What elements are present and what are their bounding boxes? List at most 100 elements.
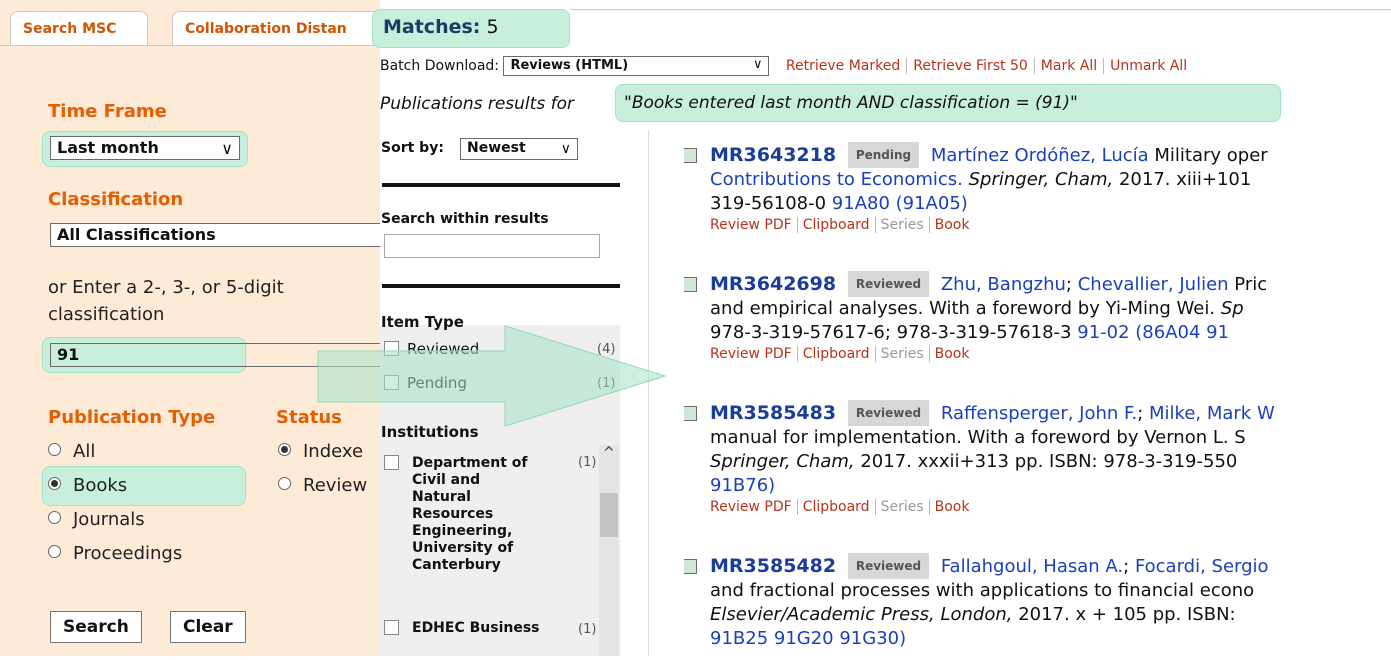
time-frame-select[interactable]: Last month ∨ — [50, 136, 240, 160]
mr-number-link[interactable]: MR3643218 — [710, 144, 836, 166]
author-link[interactable]: Chevallier, Julien — [1078, 274, 1229, 295]
search-button[interactable]: Search — [50, 611, 142, 643]
author-link[interactable]: Fallahgoul, Hasan A. — [941, 556, 1123, 577]
filter-rule — [382, 284, 620, 288]
pub-type-journals-label: Journals — [73, 509, 145, 530]
author-link[interactable]: Focardi, Sergio — [1135, 556, 1269, 577]
title-text: Military oper — [1148, 145, 1268, 166]
checkbox-icon — [384, 375, 399, 390]
classification-link[interactable]: 91B25 91G20 91G30) — [710, 628, 906, 649]
result-checkbox[interactable] — [684, 148, 697, 163]
book-link[interactable]: Book — [930, 217, 975, 233]
item-type-pending[interactable]: Pending — [384, 374, 467, 392]
mr-number-link[interactable]: MR3585482 — [710, 555, 836, 577]
pub-type-books[interactable]: Books — [48, 475, 127, 496]
search-within-input[interactable] — [384, 234, 600, 258]
result-line: 319-56108-0 91A80 (91A05) — [684, 192, 1391, 216]
status-badge: Reviewed — [847, 553, 930, 579]
series-link[interactable]: Series — [875, 499, 930, 515]
scrollbar-thumb[interactable] — [600, 493, 618, 537]
result-actions: Review PDF Clipboard Series Book — [684, 498, 1391, 516]
item-type-reviewed-count: (4) — [597, 342, 616, 357]
batch-download-select[interactable]: Reviews (HTML) ∨ — [503, 56, 770, 76]
or-enter-label-1: or Enter a 2-, 3-, or 5-digit — [48, 277, 284, 298]
isbn-text: 2017. xxxii+313 pp. ISBN: 978-3-319-550 — [854, 451, 1238, 472]
review-pdf-link[interactable]: Review PDF — [710, 346, 798, 362]
chevron-up-icon[interactable]: ^ — [603, 445, 615, 461]
mr-number-link[interactable]: MR3585483 — [710, 402, 836, 424]
mark-all-link[interactable]: Mark All — [1034, 58, 1105, 74]
classification-code-value: 91 — [57, 345, 80, 364]
status-reviewed[interactable]: Review — [278, 475, 367, 496]
retrieve-marked-link[interactable]: Retrieve Marked — [779, 58, 908, 74]
search-within-label: Search within results — [381, 211, 549, 227]
author-link[interactable]: Martínez Ordóñez, Lucía — [931, 145, 1149, 166]
unmark-all-link[interactable]: Unmark All — [1104, 58, 1193, 74]
institution-label: EDHEC Business — [412, 620, 540, 636]
batch-download-row: Batch Download: Reviews (HTML) ∨ Retriev… — [380, 56, 1193, 76]
clear-button[interactable]: Clear — [170, 611, 246, 643]
query-string: "Books entered last month AND classifica… — [615, 84, 1281, 122]
item-type-pending-count: (1) — [597, 376, 616, 391]
result-checkbox[interactable] — [684, 559, 697, 574]
status-badge: Reviewed — [847, 400, 930, 426]
series-link[interactable]: Contributions to Economics. — [710, 169, 963, 190]
matches-label: Matches: — [383, 16, 481, 38]
msc-search-panel: Time Frame Last month ∨ Classification A… — [0, 0, 380, 656]
classification-code-input[interactable]: 91 — [50, 343, 380, 367]
checkbox-icon — [384, 455, 399, 470]
batch-download-label: Batch Download: — [380, 58, 499, 74]
radio-selected-icon — [48, 477, 61, 490]
institution-label: Department of Civil and Natural Resource… — [412, 455, 528, 573]
author-link[interactable]: Milke, Mark W — [1149, 403, 1275, 424]
classification-select[interactable]: All Classifications — [50, 223, 380, 247]
radio-icon — [48, 443, 61, 456]
status-badge: Reviewed — [847, 271, 930, 297]
result-line: 978-3-319-57617-6; 978-3-319-57618-3 91-… — [684, 321, 1391, 345]
institution-count: (1) — [578, 455, 597, 470]
retrieve-first-50-link[interactable]: Retrieve First 50 — [907, 58, 1035, 74]
tab-collaboration-distance[interactable]: Collaboration Distan — [172, 11, 384, 45]
isbn-text: 319-56108-0 — [710, 193, 827, 214]
series-link[interactable]: Series — [875, 346, 930, 362]
classification-link[interactable]: 91A80 (91A05) — [826, 193, 968, 214]
author-link[interactable]: Raffensperger, John F. — [941, 403, 1137, 424]
result-item: MR3585483 Reviewed Raffensperger, John F… — [684, 400, 1391, 516]
review-pdf-link[interactable]: Review PDF — [710, 217, 798, 233]
pub-type-books-label: Books — [73, 475, 128, 496]
institution-item[interactable]: EDHEC Business — [384, 620, 594, 660]
result-actions: Review PDF Clipboard Series Book — [684, 345, 1391, 363]
item-type-reviewed[interactable]: Reviewed — [384, 340, 479, 358]
result-line: MR3585483 Reviewed Raffensperger, John F… — [710, 400, 1275, 426]
institution-item[interactable]: Department of Civil and Natural Resource… — [384, 455, 594, 605]
pub-type-all-label: All — [73, 441, 96, 462]
status-indexed[interactable]: Indexe — [278, 441, 363, 462]
pub-type-proceedings[interactable]: Proceedings — [48, 543, 182, 564]
item-type-pending-label: Pending — [407, 374, 467, 392]
sort-by-select[interactable]: Newest ∨ — [460, 138, 578, 160]
pub-type-all[interactable]: All — [48, 441, 95, 462]
classification-link[interactable]: 91B76) — [710, 475, 775, 496]
top-divider — [570, 9, 1391, 10]
clipboard-link[interactable]: Clipboard — [797, 499, 876, 515]
pub-type-journals[interactable]: Journals — [48, 509, 145, 530]
chevron-down-icon: ∨ — [221, 139, 233, 158]
result-checkbox[interactable] — [684, 277, 697, 292]
clipboard-link[interactable]: Clipboard — [797, 346, 876, 362]
series-link[interactable]: Series — [875, 217, 930, 233]
result-line: MR3642698 Reviewed Zhu, Bangzhu; Chevall… — [710, 271, 1268, 297]
classification-link[interactable]: 91-02 (86A04 91 — [1072, 322, 1229, 343]
status-badge: Pending — [847, 142, 920, 168]
book-link[interactable]: Book — [930, 499, 975, 515]
matches-count: Matches: 5 — [372, 9, 570, 48]
clipboard-link[interactable]: Clipboard — [797, 217, 876, 233]
review-pdf-link[interactable]: Review PDF — [710, 499, 798, 515]
author-link[interactable]: Zhu, Bangzhu — [941, 274, 1066, 295]
title-text: manual for implementation. With a forewo… — [710, 427, 1246, 448]
institutions-scrollbar[interactable]: ^ — [599, 445, 619, 656]
book-link[interactable]: Book — [930, 346, 975, 362]
result-checkbox[interactable] — [684, 406, 697, 421]
mr-number-link[interactable]: MR3642698 — [710, 273, 836, 295]
tab-search-msc[interactable]: Search MSC — [10, 11, 148, 45]
item-type-title: Item Type — [381, 313, 464, 331]
